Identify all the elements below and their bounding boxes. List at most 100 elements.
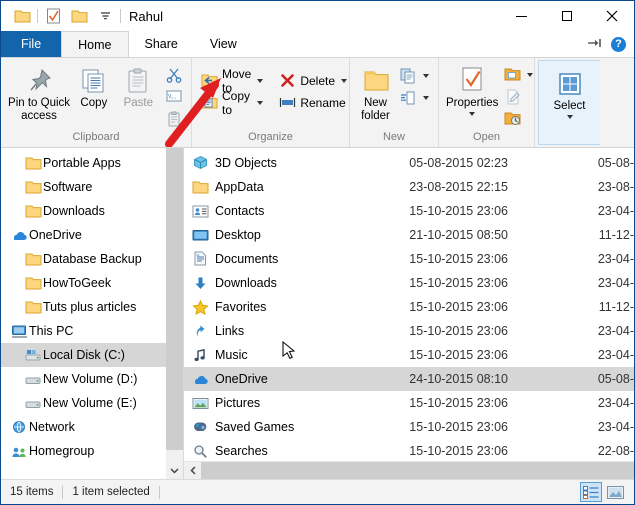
file-row[interactable]: Favorites 15-10-2015 23:06 11-12- (184, 295, 634, 319)
nav-item-this-pc[interactable]: This PC (1, 319, 183, 343)
file-date-modified: 15-10-2015 23:06 (409, 276, 508, 290)
onedrive-cloud-icon (194, 375, 208, 384)
collapse-ribbon-icon[interactable] (587, 37, 603, 51)
nav-item-portable-apps[interactable]: Portable Apps (1, 151, 183, 175)
hscroll-thumb[interactable] (201, 462, 634, 479)
copy-to-button[interactable]: Copy to (197, 89, 267, 117)
details-view-button[interactable] (580, 482, 602, 502)
select-label: Select (553, 100, 586, 112)
history-button[interactable] (500, 108, 537, 129)
cut-button[interactable] (161, 64, 186, 85)
properties-check-icon[interactable] (40, 4, 66, 28)
tab-file[interactable]: File (1, 31, 62, 57)
copy-path-icon: \\... (165, 88, 182, 105)
nav-item-local-disk-c[interactable]: Local Disk (C:) (1, 343, 183, 367)
rename-button[interactable]: Rename (275, 92, 351, 113)
nav-item-database-backup[interactable]: Database Backup (1, 247, 183, 271)
hscroll-left-button[interactable] (184, 462, 201, 479)
contacts-icon (192, 203, 209, 220)
minimize-button[interactable] (499, 1, 544, 31)
quick-access-toolbar: Rahul (1, 4, 163, 28)
file-row[interactable]: OneDrive 24-10-2015 08:10 05-08- (184, 367, 634, 391)
saved-games-icon (192, 419, 209, 436)
open-with-icon (504, 66, 521, 83)
file-list-pane: 3D Objects 05-08-2015 02:23 05-08- AppData 2… (184, 148, 634, 479)
new-item-button[interactable] (396, 65, 433, 86)
file-name-label: Favorites (215, 300, 267, 314)
ribbon-group-select[interactable]: Select (538, 60, 600, 145)
file-row[interactable]: Contacts 15-10-2015 23:06 23-04- (184, 199, 634, 223)
window-controls (499, 1, 634, 31)
file-row[interactable]: Music 15-10-2015 23:06 23-04- (184, 343, 634, 367)
properties-caret-icon[interactable] (469, 112, 476, 116)
file-horizontal-scrollbar[interactable] (184, 461, 634, 479)
nav-item-label: Tuts plus articles (43, 300, 137, 314)
nav-item-new-volume-d[interactable]: New Volume (D:) (1, 367, 183, 391)
nav-item-network[interactable]: Network (1, 415, 183, 439)
nav-item-howtogeek[interactable]: HowToGeek (1, 271, 183, 295)
delete-x-icon (279, 72, 296, 89)
delete-caret-icon[interactable] (341, 78, 348, 83)
close-button[interactable] (589, 1, 634, 31)
nav-item-onedrive[interactable]: OneDrive (1, 223, 183, 247)
tab-view[interactable]: View (194, 31, 253, 57)
nav-item-homegroup[interactable]: Homegroup (1, 439, 183, 463)
contacts-icon (192, 205, 209, 217)
file-row[interactable]: AppData 23-08-2015 22:15 23-08- (184, 175, 634, 199)
nav-item-downloads[interactable]: Downloads (1, 199, 183, 223)
file-row[interactable]: Searches 15-10-2015 23:06 22-08- (184, 439, 634, 461)
file-name-label: Searches (215, 444, 268, 458)
ribbon-group-organize: Move to Copy to Delete Rename Organize (192, 58, 350, 147)
copy-button[interactable]: Copy (72, 62, 116, 113)
file-row[interactable]: Documents 15-10-2015 23:06 23-04- (184, 247, 634, 271)
open-with-caret-icon[interactable] (527, 72, 534, 77)
new-item-caret-icon[interactable] (423, 73, 429, 78)
folder-icon[interactable] (9, 4, 35, 28)
file-name-cell: Documents (184, 251, 389, 268)
file-row[interactable]: 3D Objects 05-08-2015 02:23 05-08- (184, 151, 634, 175)
nav-scroll-thumb[interactable] (166, 148, 183, 450)
select-button[interactable]: Select (544, 65, 595, 122)
file-name-cell: Searches (184, 443, 389, 460)
pin-to-quick-access-button[interactable]: Pin to Quick access (6, 62, 72, 126)
nav-scroll-down-button[interactable] (166, 462, 183, 479)
nav-item-tuts-plus-articles[interactable]: Tuts plus articles (1, 295, 183, 319)
delete-button[interactable]: Delete (275, 70, 351, 91)
paste-button[interactable]: Paste (116, 62, 161, 113)
file-row[interactable]: Links 15-10-2015 23:06 23-04- (184, 319, 634, 343)
paste-icon (124, 65, 152, 97)
easy-access-button[interactable] (396, 87, 433, 108)
cut-scissors-icon (165, 66, 182, 83)
favorites-star-icon (192, 299, 209, 315)
new-folder-icon[interactable] (66, 4, 92, 28)
edit-button[interactable] (500, 86, 537, 107)
maximize-button[interactable] (544, 1, 589, 31)
file-name-label: Documents (215, 252, 279, 266)
file-row[interactable]: Saved Games 15-10-2015 23:06 23-04- (184, 415, 634, 439)
easy-access-caret-icon[interactable] (423, 95, 429, 100)
file-row[interactable]: Desktop 21-10-2015 08:50 11-12- (184, 223, 634, 247)
help-button[interactable]: ? (611, 36, 626, 52)
tab-share[interactable]: Share (129, 31, 194, 57)
folder-icon (192, 181, 209, 193)
file-date-created: 22-08- (597, 444, 634, 458)
tab-home[interactable]: Home (61, 31, 129, 57)
copy-to-caret-icon[interactable] (257, 100, 264, 105)
nav-item-new-volume-e[interactable]: New Volume (E:) (1, 391, 183, 415)
new-folder-button[interactable]: New folder (355, 62, 396, 126)
qat-dropdown-caret-icon[interactable] (92, 4, 118, 28)
move-to-caret-icon[interactable] (257, 78, 264, 83)
folder-icon (23, 156, 43, 171)
select-caret-icon[interactable] (566, 115, 573, 119)
file-row[interactable]: Downloads 15-10-2015 23:06 23-04- (184, 271, 634, 295)
file-name-cell: OneDrive (184, 371, 389, 388)
properties-button[interactable]: Properties (444, 62, 500, 119)
paste-shortcut-button[interactable] (161, 108, 186, 129)
copy-path-button[interactable]: \\... (161, 86, 186, 107)
file-row[interactable]: Pictures 15-10-2015 23:06 23-04- (184, 391, 634, 415)
large-icons-view-button[interactable] (604, 482, 626, 502)
open-with-button[interactable] (500, 64, 537, 85)
nav-item-software[interactable]: Software (1, 175, 183, 199)
nav-vertical-scrollbar[interactable] (166, 148, 183, 479)
ribbon-group-new: New folder New (350, 58, 439, 147)
